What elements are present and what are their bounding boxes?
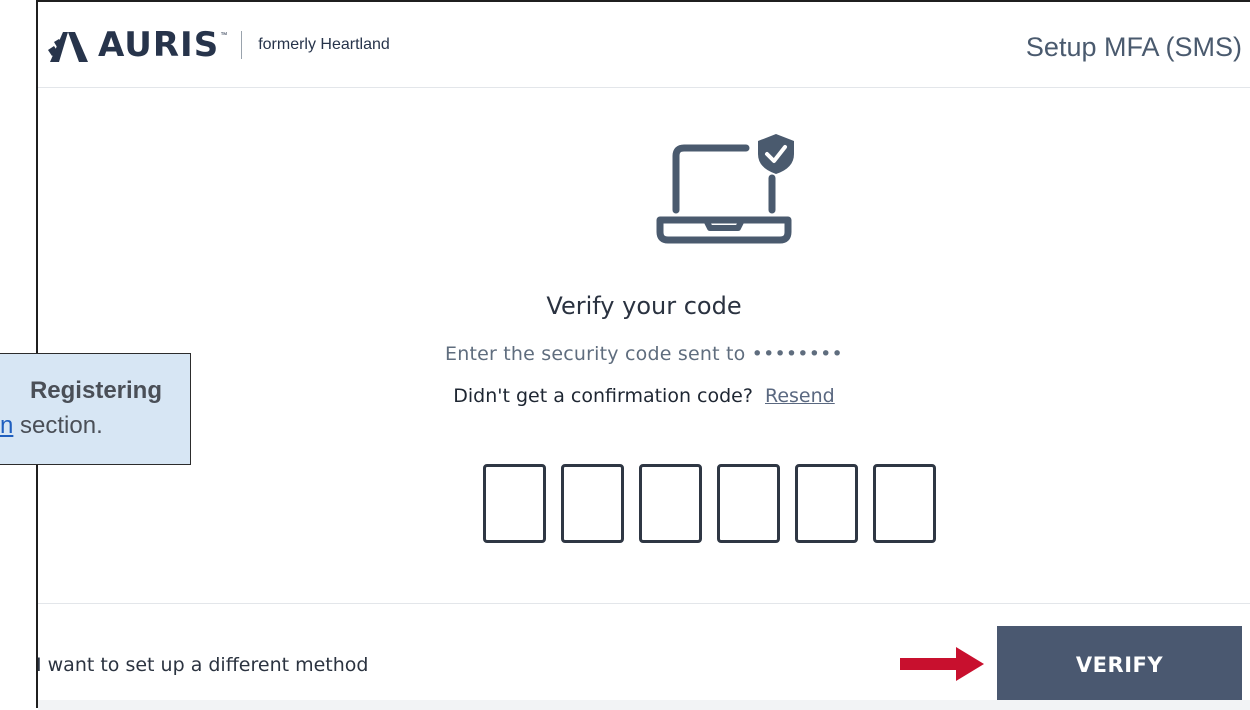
- resend-row: Didn't get a confirmation code? Resend: [38, 385, 1250, 407]
- callout-heading: Registering: [29, 377, 162, 404]
- code-digit-2[interactable]: [561, 464, 624, 543]
- code-digit-3[interactable]: [639, 464, 702, 543]
- header: AURIS ™ formerly Heartland Setup MFA (SM…: [38, 2, 1250, 88]
- code-input-group: [483, 464, 936, 543]
- callout-suffix: section.: [13, 412, 103, 439]
- page-title: Setup MFA (SMS): [1025, 32, 1242, 62]
- different-method-link[interactable]: I want to set up a different method: [36, 654, 368, 676]
- bottom-strip: [38, 700, 1250, 710]
- instruction-text: Enter the security code sent to ••••••••: [445, 343, 843, 365]
- resend-prompt: Didn't get a confirmation code?: [453, 385, 753, 407]
- footer-divider: [38, 603, 1250, 604]
- verify-button[interactable]: VERIFY: [997, 626, 1242, 704]
- logo: AURIS ™ formerly Heartland: [46, 25, 390, 65]
- formerly-label: formerly Heartland: [258, 36, 390, 53]
- resend-link[interactable]: Resend: [765, 385, 835, 407]
- laptop-shield-icon: [656, 134, 794, 244]
- logo-divider: [241, 31, 243, 59]
- code-digit-5[interactable]: [795, 464, 858, 543]
- code-digit-4[interactable]: [717, 464, 780, 543]
- annotation-callout: Registering n section.: [0, 353, 191, 465]
- verify-heading: Verify your code: [546, 292, 742, 320]
- trademark-symbol: ™: [220, 32, 228, 39]
- callout-link[interactable]: n: [0, 412, 13, 439]
- code-digit-6[interactable]: [873, 464, 936, 543]
- app-window: AURIS ™ formerly Heartland Setup MFA (SM…: [36, 0, 1250, 710]
- code-digit-1[interactable]: [483, 464, 546, 543]
- callout-text: n section.: [0, 412, 103, 440]
- auris-logo-icon: [48, 32, 88, 62]
- brand-name: AURIS: [98, 25, 220, 65]
- arrow-right-icon: [900, 647, 984, 681]
